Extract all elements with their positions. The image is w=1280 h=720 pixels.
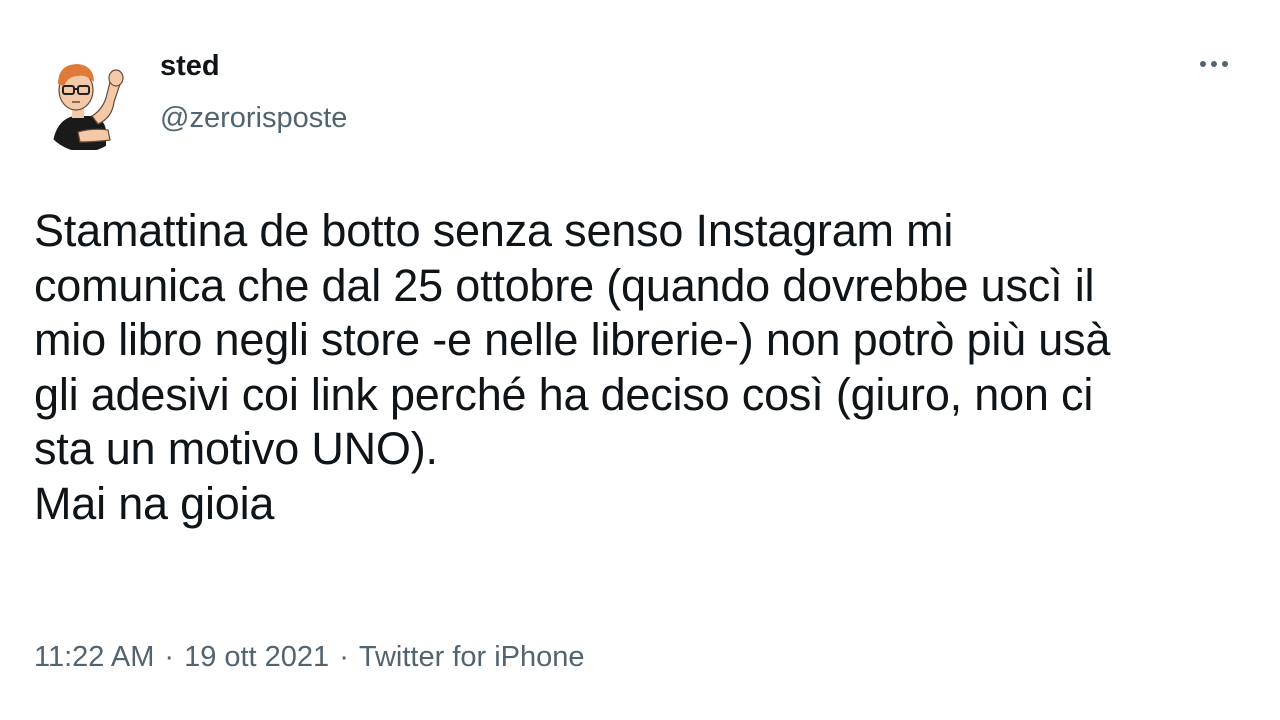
tweet-source[interactable]: Twitter for iPhone [359, 641, 585, 673]
avatar[interactable] [34, 32, 134, 152]
avatar-cartoon-icon [52, 64, 124, 150]
display-name[interactable]: sted [160, 48, 347, 84]
user-handle[interactable]: @zerorisposte [160, 100, 347, 136]
more-options-button[interactable] [1192, 52, 1236, 76]
separator: · [164, 641, 175, 673]
tweet-card: sted @zerorisposte Stamattina de botto s… [0, 0, 1280, 720]
more-horizontal-icon [1200, 61, 1228, 67]
tweet-metadata: 11:22 AM · 19 ott 2021 · Twitter for iPhone [34, 637, 585, 677]
tweet-time[interactable]: 11:22 AM [34, 641, 154, 673]
author-block: sted @zerorisposte [160, 48, 347, 136]
tweet-date[interactable]: 19 ott 2021 [184, 641, 329, 673]
separator: · [339, 641, 349, 673]
tweet-text: Stamattina de botto senza senso Instagra… [34, 205, 1111, 529]
